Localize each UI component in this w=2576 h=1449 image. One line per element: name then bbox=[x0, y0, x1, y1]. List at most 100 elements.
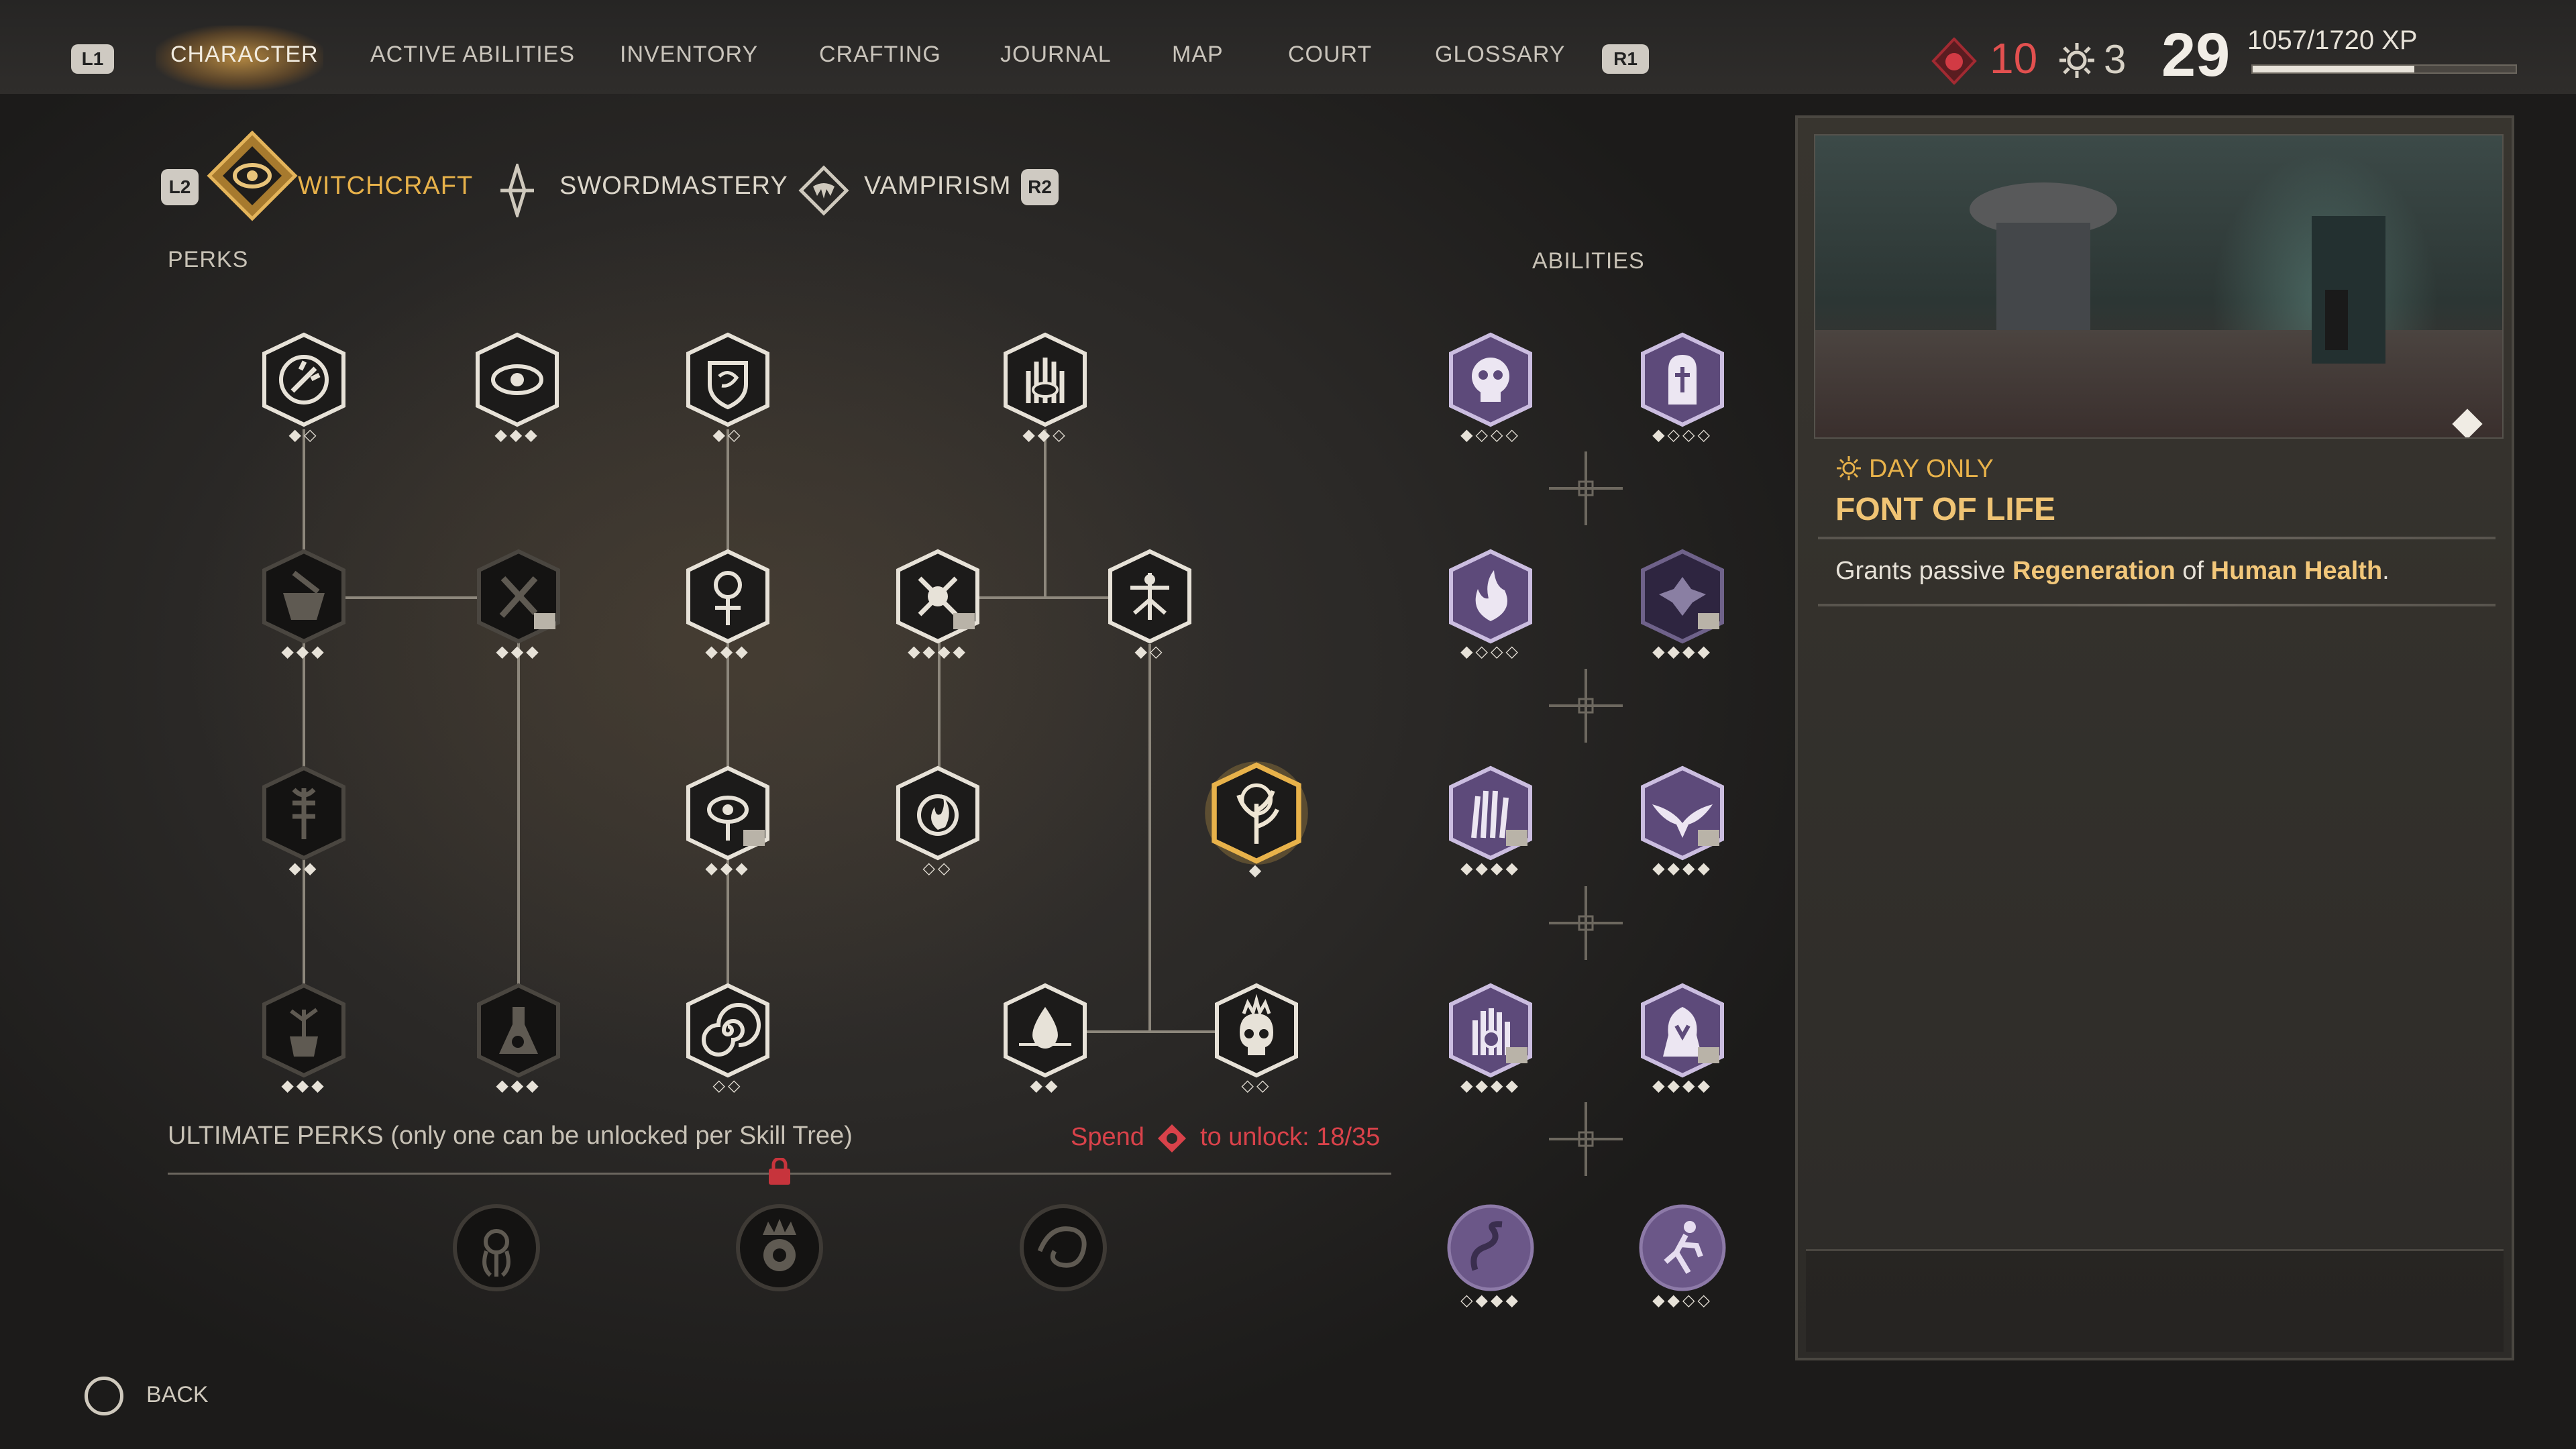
skill-point-icon bbox=[1157, 1123, 1187, 1154]
perk-spiral[interactable]: ◇◇ bbox=[678, 980, 778, 1094]
l2-button[interactable]: L2 bbox=[161, 169, 199, 205]
ability-winged-raven[interactable]: ◆◆◆◆ bbox=[1632, 763, 1733, 877]
xp-bar bbox=[2251, 64, 2517, 74]
lock-icon bbox=[767, 1157, 792, 1186]
ability-clawed-hand[interactable]: ◆◆◆◆ bbox=[1440, 763, 1541, 877]
spend-requirement: Spend to unlock: 18/35 bbox=[1071, 1123, 1380, 1154]
nav-character[interactable]: CHARACTER bbox=[170, 42, 319, 68]
desc-prefix: Grants passive bbox=[1835, 557, 2006, 585]
perk-drop[interactable]: ◆◆ bbox=[995, 980, 1095, 1094]
circle-button-icon[interactable] bbox=[85, 1377, 123, 1415]
perk-mortar[interactable]: ◆◆◆ bbox=[254, 546, 354, 660]
perk-tools-book[interactable]: ◆◆◆ bbox=[468, 546, 569, 660]
desc-regeneration: Regeneration bbox=[2012, 557, 2176, 585]
perk-rank-dots: ◆◆◆◆ bbox=[908, 643, 968, 661]
ultimate-crowned-skull[interactable] bbox=[729, 1197, 830, 1298]
perk-hand-eye[interactable]: ◆◆◇ bbox=[995, 329, 1095, 443]
ability-divider-cross bbox=[1549, 886, 1623, 960]
xp-bar-fill bbox=[2253, 66, 2414, 72]
perk-rank-dots: ◆◇ bbox=[1134, 643, 1165, 661]
desc-mid: of bbox=[2182, 557, 2204, 585]
skill-points-value: 3 bbox=[2104, 37, 2127, 82]
ability-rank-dots: ◆◆◇◇ bbox=[1652, 1291, 1713, 1309]
perk-serpent-shield[interactable]: ◆◇ bbox=[678, 329, 778, 443]
panel-footer bbox=[1806, 1249, 2504, 1352]
ability-rank-dots: ◆◇◇◇ bbox=[1460, 643, 1521, 661]
perk-rank-dots: ◆◆◆ bbox=[705, 859, 751, 877]
spend-prefix: Spend bbox=[1071, 1123, 1144, 1152]
tab-witchcraft[interactable]: WITCHCRAFT bbox=[298, 172, 473, 201]
ability-description: Grants passive Regeneration of Human Hea… bbox=[1835, 557, 2390, 586]
nav-inventory[interactable]: INVENTORY bbox=[620, 42, 758, 68]
ability-running-figure[interactable]: ◆◆◇◇ bbox=[1632, 1197, 1733, 1309]
ability-divider-cross bbox=[1549, 451, 1623, 525]
perk-rune[interactable]: ◆◆ bbox=[254, 763, 354, 877]
perk-eye-glyph-book[interactable]: ◆◆◆ bbox=[678, 763, 778, 877]
r2-button[interactable]: R2 bbox=[1021, 169, 1059, 205]
tree-connector bbox=[727, 429, 729, 1032]
perk-rank-dots: ◆◆◆ bbox=[705, 643, 751, 661]
nav-active-abilities[interactable]: ACTIVE ABILITIES bbox=[370, 42, 575, 68]
sun-gear-icon bbox=[2058, 42, 2096, 79]
tree-connector bbox=[1148, 644, 1151, 1032]
nav-court[interactable]: COURT bbox=[1288, 42, 1372, 68]
ability-rank-dots: ◆◆◆◆ bbox=[1652, 859, 1713, 877]
ability-rank-dots: ◆◇◇◇ bbox=[1652, 426, 1713, 444]
tab-vampirism[interactable]: VAMPIRISM bbox=[864, 172, 1011, 201]
ability-rank-dots: ◆◆◆◆ bbox=[1460, 859, 1521, 877]
perk-rank-dots: ◆◆◆ bbox=[496, 1077, 541, 1095]
l1-button[interactable]: L1 bbox=[71, 44, 114, 74]
nav-crafting[interactable]: CRAFTING bbox=[819, 42, 941, 68]
xp-text: 1057/1720 XP bbox=[2247, 25, 2418, 55]
ultimate-swirling-beast[interactable] bbox=[1013, 1197, 1114, 1298]
perk-dagger-spark[interactable]: ◆◇ bbox=[254, 329, 354, 443]
ability-grinning-skull[interactable]: ◆◇◇◇ bbox=[1440, 329, 1541, 443]
perk-rank-dots: ◆◆ bbox=[288, 859, 319, 877]
perk-rank-dots: ◆◆◆ bbox=[496, 643, 541, 661]
vampire-fang-icon[interactable] bbox=[798, 165, 849, 216]
perk-flask-skull[interactable]: ◆◆◆ bbox=[468, 980, 569, 1094]
nav-map[interactable]: MAP bbox=[1172, 42, 1224, 68]
detail-panel: DAY ONLY FONT OF LIFE Grants passive Reg… bbox=[1795, 115, 2514, 1360]
perk-tree-of-life-selected[interactable]: ◆ bbox=[1203, 759, 1310, 879]
nav-glossary[interactable]: GLOSSARY bbox=[1435, 42, 1565, 68]
perk-rank-dots: ◆◆◆ bbox=[281, 643, 327, 661]
back-button[interactable]: BACK bbox=[146, 1382, 209, 1408]
tree-connector bbox=[303, 429, 305, 1032]
ability-tombstone[interactable]: ◆◇◇◇ bbox=[1632, 329, 1733, 443]
ability-palm-eye[interactable]: ◆◆◆◆ bbox=[1440, 980, 1541, 1094]
perk-pot-plant[interactable]: ◆◆◆ bbox=[254, 980, 354, 1094]
perk-rank-dots: ◇◇ bbox=[922, 859, 953, 877]
blood-points-value: 10 bbox=[1990, 34, 2038, 83]
perk-flame-circle[interactable]: ◇◇ bbox=[888, 763, 988, 877]
ultimate-perks-heading: ULTIMATE PERKS (only one can be unlocked… bbox=[168, 1122, 853, 1150]
hooded-figure bbox=[2325, 290, 2348, 350]
sword-icon[interactable] bbox=[494, 160, 541, 221]
ability-hooded-figure[interactable]: ◆◆◆◆ bbox=[1632, 980, 1733, 1094]
desc-suffix: . bbox=[2382, 557, 2390, 585]
nav-journal[interactable]: JOURNAL bbox=[1000, 42, 1112, 68]
perk-radiant-figure[interactable]: ◆◇ bbox=[1099, 546, 1200, 660]
abilities-heading: ABILITIES bbox=[1532, 248, 1645, 274]
perk-rank-dots: ◆◇ bbox=[288, 426, 319, 444]
perk-rank-dots: ◆◆◇ bbox=[1022, 426, 1068, 444]
doorway bbox=[2312, 216, 2385, 364]
witchcraft-icon[interactable] bbox=[205, 129, 299, 223]
ultimate-tentacle-eye[interactable] bbox=[446, 1197, 547, 1298]
title-divider bbox=[1818, 537, 2496, 539]
ability-flame-swirl[interactable]: ◆◇◇◇ bbox=[1440, 546, 1541, 660]
blood-drop-icon bbox=[1931, 37, 1978, 85]
r1-button[interactable]: R1 bbox=[1602, 44, 1649, 74]
perk-cross-skull-book[interactable]: ◆◆◆◆ bbox=[888, 546, 988, 660]
ability-rank-dots: ◆◆◆◆ bbox=[1460, 1077, 1521, 1095]
ability-rank-dots: ◆◆◆◆ bbox=[1652, 1077, 1713, 1095]
tab-swordmastery[interactable]: SWORDMASTERY bbox=[559, 172, 788, 201]
perk-rank-dots: ◆ bbox=[1248, 861, 1265, 879]
perk-ankh-skull[interactable]: ◆◆◆ bbox=[678, 546, 778, 660]
ability-serpent[interactable]: ◇◆◆◆ bbox=[1440, 1197, 1541, 1309]
stone-floor bbox=[1815, 330, 2502, 437]
perk-eye[interactable]: ◆◆◆ bbox=[467, 329, 568, 443]
ability-bat-burst[interactable]: ◆◆◆◆ bbox=[1632, 546, 1733, 660]
perk-flaming-skull[interactable]: ◇◇ bbox=[1206, 980, 1307, 1094]
tree-connector bbox=[517, 596, 520, 1032]
